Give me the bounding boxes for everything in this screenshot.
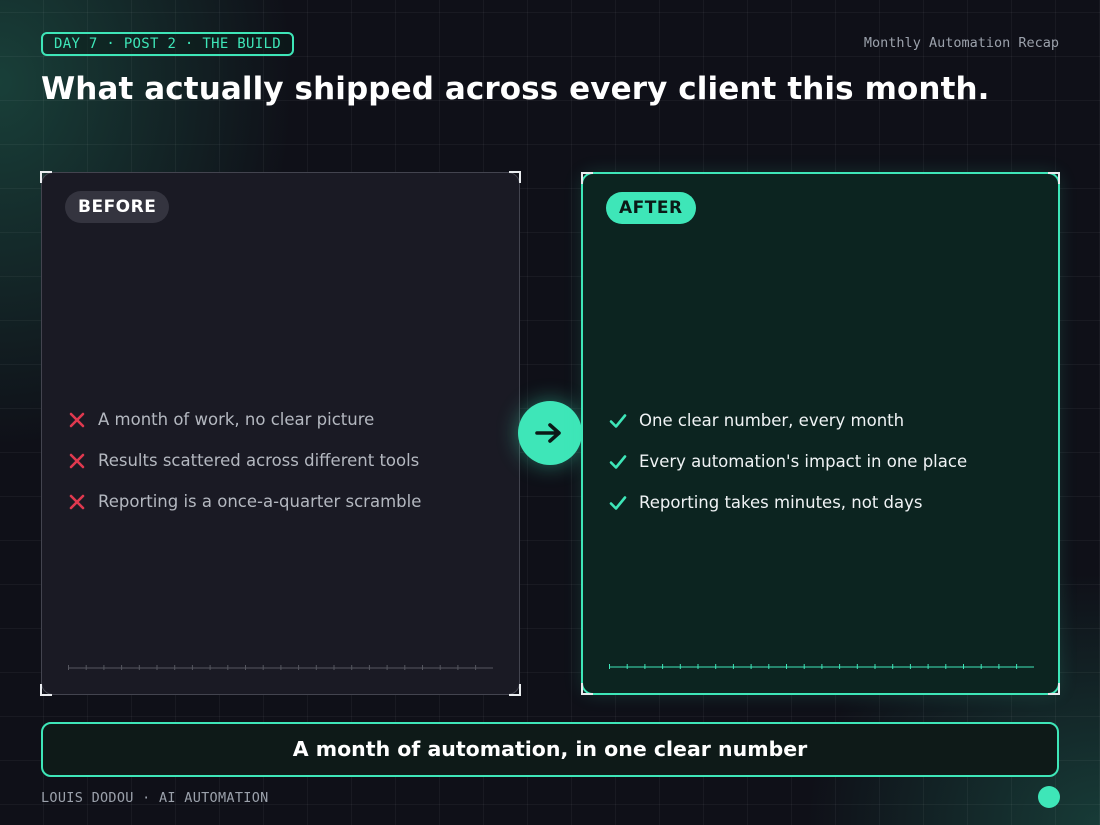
x-icon [69,494,85,509]
after-list-item: Reporting takes minutes, not days [608,482,967,523]
before-list-item: Reporting is a once-a-quarter scramble [67,481,421,522]
after-badge: AFTER [606,192,696,224]
after-list-item: One clear number, every month [608,400,967,441]
before-panel: BEFORE A month of work, no clear picture… [40,171,521,696]
recap-label: Monthly Automation Recap [863,35,1059,51]
before-list-item: Results scattered across different tools [67,440,421,481]
before-list-item: A month of work, no clear picture [67,399,421,440]
author-credit: LOUIS DODOU · AI AUTOMATION [41,790,269,806]
after-tick-ruler [609,663,1034,669]
after-item-text: Reporting takes minutes, not days [639,493,923,512]
corner-bracket [40,171,52,183]
before-tick-ruler [68,664,493,670]
arrow-button[interactable] [518,401,582,465]
x-icon [69,453,85,468]
after-list: One clear number, every month Every auto… [608,400,967,523]
corner-bracket [40,684,52,696]
before-badge: BEFORE [65,191,170,223]
check-icon [609,454,627,469]
check-icon [609,413,627,428]
before-item-text: Results scattered across different tools [98,451,420,470]
check-icon [609,495,627,510]
after-item-text: Every automation's impact in one place [639,452,968,471]
after-panel: AFTER One clear number, every month Ever… [581,172,1060,695]
corner-bracket [581,172,593,184]
arrow-right-icon [535,423,561,443]
corner-bracket [1048,172,1060,184]
status-dot [1038,786,1060,808]
corner-bracket [509,171,521,183]
summary-banner: A month of automation, in one clear numb… [41,722,1059,777]
corner-bracket [581,683,593,695]
after-item-text: One clear number, every month [639,411,905,430]
after-list-item: Every automation's impact in one place [608,441,967,482]
headline: What actually shipped across every clien… [41,71,990,107]
corner-bracket [509,684,521,696]
x-icon [69,412,85,427]
before-list: A month of work, no clear picture Result… [67,399,421,522]
before-item-text: Reporting is a once-a-quarter scramble [98,492,422,511]
post-tag: DAY 7 · POST 2 · THE BUILD [41,32,294,56]
before-item-text: A month of work, no clear picture [98,410,375,429]
corner-bracket [1048,683,1060,695]
